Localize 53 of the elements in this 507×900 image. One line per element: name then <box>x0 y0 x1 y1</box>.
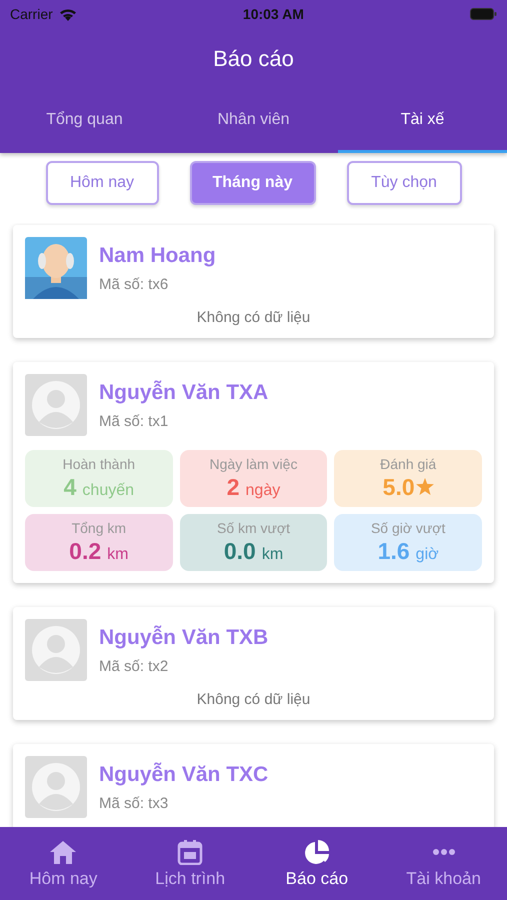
avatar-placeholder-icon <box>25 756 87 818</box>
wifi-icon <box>58 8 77 20</box>
driver-name: Nguyễn Văn TXA <box>99 380 268 404</box>
stat-label: Đánh giá <box>380 456 436 472</box>
stat-unit: km <box>107 546 128 564</box>
nav-tab[interactable]: Tài khoản <box>380 827 507 900</box>
driver-name: Nguyễn Văn TXC <box>99 762 268 786</box>
no-data-message: Không có dữ liệu <box>196 691 310 708</box>
stat-unit: chuyến <box>82 482 134 500</box>
carrier-label: Carrier <box>10 6 53 22</box>
stat-label: Hoàn thành <box>62 456 136 472</box>
tab[interactable]: Nhân viên <box>169 90 338 153</box>
stat-unit: km <box>262 546 284 564</box>
screen-title: Báo cáo <box>213 46 294 72</box>
calendar-icon <box>176 838 204 864</box>
nav-tab[interactable]: Lịch trình <box>126 827 254 900</box>
nav-tab[interactable]: Báo cáo <box>254 827 380 900</box>
home-icon <box>49 838 78 864</box>
stat-unit: ngày <box>246 482 280 500</box>
driver-card[interactable]: Nguyễn Văn TXC Mã số: tx3 <box>13 744 494 827</box>
pie-chart-icon <box>302 838 331 864</box>
stat-label: Tổng km <box>72 520 126 536</box>
driver-name: Nam Hoang <box>99 244 216 268</box>
tab[interactable]: Tổng quan <box>0 90 169 153</box>
stat-value: 2 <box>226 474 240 501</box>
no-data-message: Không có dữ liệu <box>196 309 310 326</box>
stat-label: Số km vượt <box>216 520 290 536</box>
avatar-placeholder-icon <box>25 619 87 681</box>
stat-label: Số giờ vượt <box>370 520 446 536</box>
star-icon <box>416 478 434 495</box>
stat-label: Ngày làm việc <box>210 456 298 472</box>
more-icon <box>432 848 455 854</box>
filter-button[interactable]: Tùy chọn <box>346 161 462 205</box>
battery-icon <box>470 8 497 20</box>
stat-value: 0.0 <box>224 538 256 565</box>
driver-code: Mã số: tx6 <box>99 276 170 292</box>
stat-value: 4 <box>64 474 76 501</box>
driver-code: Mã số: tx2 <box>99 658 170 674</box>
filter-button[interactable]: Hôm nay <box>46 161 158 205</box>
driver-code: Mã số: tx1 <box>99 412 170 430</box>
stat-unit: giờ <box>416 546 439 564</box>
driver-card[interactable]: Nam Hoang Mã số: tx6 Không có dữ liệu <box>13 225 494 338</box>
stat-value: 5.0 <box>382 474 415 501</box>
avatar-placeholder-icon <box>25 374 87 436</box>
driver-name: Nguyễn Văn TXB <box>99 626 268 650</box>
driver-card[interactable]: Nguyễn Văn TXA Mã số: tx1 Hoàn thành 4 chuyến Ngày làm việc 2 ngày Đánh giá 5.0 Tổng km 0.2 km Số km vượt 0.0 km Số giờ vượt 1.6 giờ <box>13 362 494 583</box>
driver-card[interactable]: Nguyễn Văn TXB Mã số: tx2 Không có dữ liệu <box>13 607 494 720</box>
filter-button[interactable]: Tháng này <box>190 161 316 205</box>
nav-tab[interactable]: Hôm nay <box>0 827 127 900</box>
driver-code: Mã số: tx3 <box>99 794 170 812</box>
stat-value: 0.2 <box>69 538 102 565</box>
clock-time: 10:03 AM <box>242 6 304 22</box>
stat-value: 1.6 <box>378 538 410 565</box>
